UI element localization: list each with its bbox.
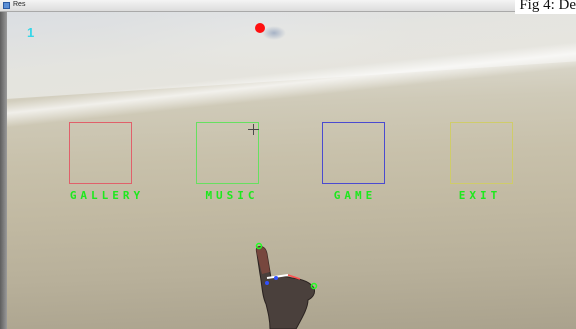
application-window: Res 1 GALLERY MUSIC GAME EXIT Fig 4: De — [0, 0, 576, 329]
music-label: MUSIC — [205, 189, 259, 202]
exit-label: EXIT — [458, 189, 502, 202]
window-left-edge — [0, 12, 7, 329]
game-label: GAME — [333, 189, 377, 202]
exit-button[interactable] — [450, 122, 513, 184]
gallery-label: GALLERY — [69, 189, 145, 202]
finger-count: 1 — [27, 25, 35, 40]
defect-point — [265, 281, 269, 285]
app-icon — [3, 2, 10, 9]
defect-point — [274, 276, 278, 280]
window-title: Res — [13, 1, 26, 8]
crosshair-icon — [248, 124, 259, 135]
figure-caption: Fig 4: De — [515, 0, 576, 14]
tracking-dot — [255, 23, 265, 33]
hand-silhouette — [255, 242, 318, 329]
background-shadow — [262, 26, 286, 40]
game-button[interactable] — [322, 122, 385, 184]
fingertip-marker — [255, 242, 263, 250]
gallery-button[interactable] — [69, 122, 132, 184]
fingertip-marker — [310, 282, 318, 290]
window-titlebar[interactable]: Res — [0, 0, 576, 12]
